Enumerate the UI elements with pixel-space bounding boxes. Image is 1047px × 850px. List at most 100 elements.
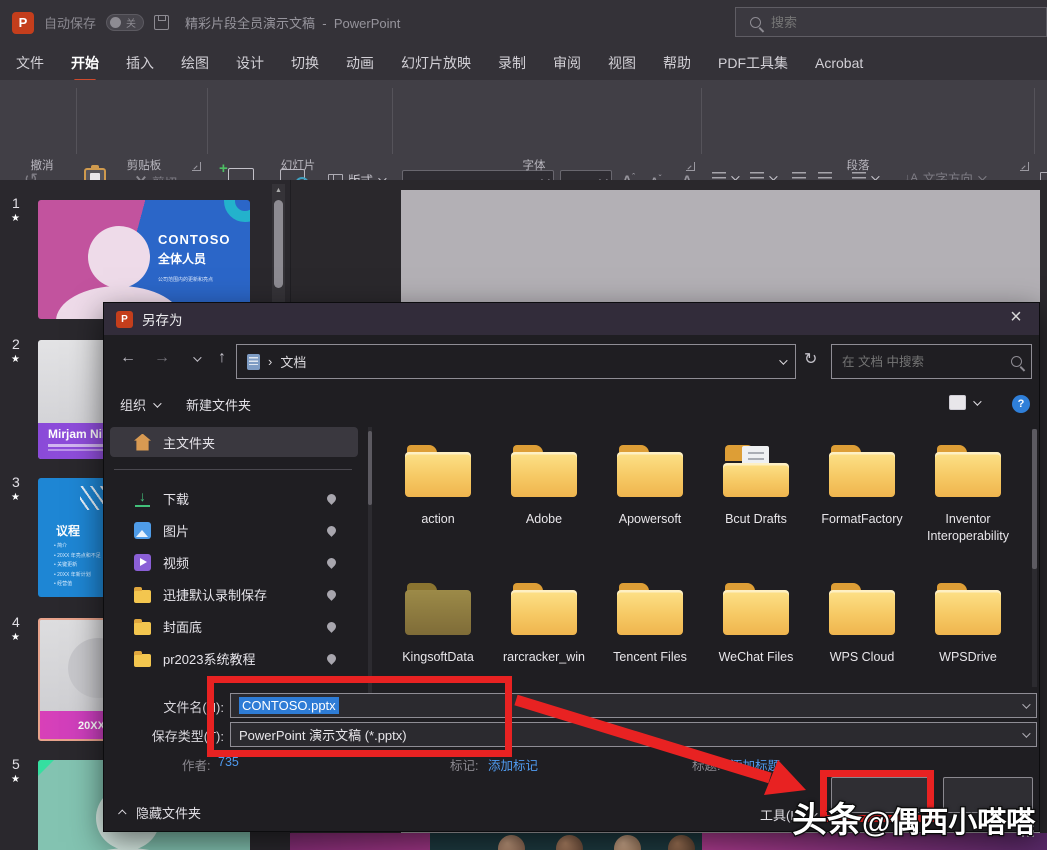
filetype-dropdown-icon[interactable] [1022, 729, 1030, 737]
sidebar-item-home[interactable]: 主文件夹 [110, 427, 358, 457]
slide-number: 1 [12, 195, 20, 211]
sidebar-item-downloads[interactable]: ↓ 下载 [110, 483, 358, 513]
animation-star-icon: ★ [11, 774, 20, 785]
tags-label: 标记: [450, 755, 478, 774]
toggle-knob-icon [110, 17, 121, 28]
address-dropdown-icon[interactable] [779, 356, 787, 364]
author-value[interactable]: 735 [218, 755, 239, 769]
powerpoint-app-icon[interactable]: P [12, 12, 34, 34]
folder-icon [935, 445, 1001, 497]
sidebar-item-videos[interactable]: 视频 [110, 547, 358, 577]
pictures-icon [134, 522, 151, 539]
folder-tile[interactable]: action [384, 445, 492, 528]
dialog-search-box[interactable] [831, 344, 1032, 379]
tab-pdf-tools[interactable]: PDF工具集 [718, 53, 788, 73]
dialog-title: 另存为 [142, 309, 183, 329]
tab-record[interactable]: 录制 [498, 53, 526, 73]
folder-label: WPSDrive [914, 649, 1022, 666]
group-divider [392, 88, 393, 154]
tab-review[interactable]: 审阅 [553, 53, 581, 73]
tab-file[interactable]: 文件 [16, 53, 44, 73]
tab-design[interactable]: 设计 [236, 53, 264, 73]
folder-tile[interactable]: WeChat Files [702, 583, 810, 666]
folder-tile[interactable]: FormatFactory [808, 445, 916, 528]
autosave-state: 关 [126, 15, 136, 30]
folder-tile[interactable]: Apowersoft [596, 445, 704, 528]
folder-icon [723, 583, 789, 635]
add-tag-link[interactable]: 添加标记 [488, 755, 538, 774]
tab-home[interactable]: 开始 [71, 53, 99, 73]
tab-help[interactable]: 帮助 [663, 53, 691, 73]
sidebar-item-pictures[interactable]: 图片 [110, 515, 358, 545]
tab-insert[interactable]: 插入 [126, 53, 154, 73]
tab-acrobat[interactable]: Acrobat [815, 55, 863, 71]
search-icon [750, 17, 761, 28]
pin-icon [325, 588, 338, 601]
clipboard-group-label: 剪贴板 [127, 157, 162, 173]
folder-label: WeChat Files [702, 649, 810, 666]
thumbnail-scrollbar[interactable]: ▲ [272, 184, 285, 302]
sidebar-item-cover-folder[interactable]: 封面底 [110, 611, 358, 641]
forward-button[interactable]: → [150, 349, 174, 367]
sidebar-item-pr2023-folder[interactable]: pr2023系统教程 [110, 643, 358, 673]
folder-label: KingsoftData [384, 649, 492, 666]
clipboard-dialog-launcher[interactable] [192, 162, 201, 171]
folder-tile[interactable]: Adobe [490, 445, 598, 528]
address-bar[interactable]: › 文档 [236, 344, 796, 379]
decorative-circle [224, 200, 250, 222]
folder-tile[interactable]: WPSDrive [914, 583, 1022, 666]
scrollbar-thumb[interactable] [274, 200, 283, 288]
ribbon-search-box[interactable] [735, 7, 1047, 37]
filename-dropdown-icon[interactable] [1022, 700, 1030, 708]
folder-label: Tencent Files [596, 649, 704, 666]
dialog-search-input[interactable] [842, 355, 1003, 369]
slide3-bullet: • 20XX 年新计划 [54, 571, 101, 581]
autosave-toggle[interactable]: 关 [106, 14, 144, 31]
hide-folders-button[interactable]: 隐藏文件夹 [120, 803, 201, 822]
add-title-link[interactable]: 添加标题 [730, 755, 780, 774]
watermark: 头条@偶西小嗒嗒 [792, 792, 1035, 843]
slide3-bullet: • 简介 [54, 542, 101, 552]
new-folder-button[interactable]: 新建文件夹 [186, 395, 251, 414]
close-icon[interactable]: × [1003, 306, 1029, 329]
paragraph-dialog-launcher[interactable] [1020, 162, 1029, 171]
animation-star-icon: ★ [11, 632, 20, 643]
tab-view[interactable]: 视图 [608, 53, 636, 73]
sidebar-item-recording-folder[interactable]: 迅捷默认录制保存 [110, 579, 358, 609]
help-button[interactable]: ? [1012, 395, 1030, 413]
folder-tile[interactable]: rarcracker_win [490, 583, 598, 666]
folder-label: Adobe [490, 511, 598, 528]
font-dialog-launcher[interactable] [686, 162, 695, 171]
back-button[interactable]: ← [116, 349, 140, 367]
save-icon[interactable] [154, 15, 169, 30]
sidebar-scrollbar[interactable] [368, 427, 372, 693]
collapse-icon [118, 809, 126, 817]
folder-label: WPS Cloud [808, 649, 916, 666]
up-button[interactable]: ↑ [210, 349, 234, 367]
dialog-title-bar[interactable]: P 另存为 × [104, 303, 1039, 335]
view-mode-button[interactable] [949, 395, 979, 410]
breadcrumb-documents[interactable]: 文档 [280, 352, 306, 371]
documents-folder-icon [247, 354, 260, 370]
folder-tile[interactable]: Inventor Interoperability [914, 445, 1022, 545]
search-input[interactable] [771, 15, 971, 30]
recent-locations-button[interactable] [184, 349, 208, 367]
tab-slideshow[interactable]: 幻灯片放映 [401, 53, 471, 73]
download-icon: ↓ [134, 490, 151, 507]
folder-icon [134, 622, 151, 635]
slide-number: 2 [12, 336, 20, 352]
refresh-button[interactable]: ↻ [804, 349, 817, 369]
sidebar-divider [114, 469, 352, 470]
tab-transitions[interactable]: 切换 [291, 53, 319, 73]
folder-tile[interactable]: WPS Cloud [808, 583, 916, 666]
ribbon-tab-row: 文件 开始 插入 绘图 设计 切换 动画 幻灯片放映 录制 审阅 视图 帮助 P… [0, 45, 1047, 80]
organize-button[interactable]: 组织 [120, 395, 159, 414]
tab-draw[interactable]: 绘图 [181, 53, 209, 73]
folder-tile[interactable]: Bcut Drafts [702, 445, 810, 528]
folder-tile[interactable]: KingsoftData [384, 583, 492, 666]
tab-animations[interactable]: 动画 [346, 53, 374, 73]
slide1-title: CONTOSO [158, 232, 231, 247]
folder-label: Apowersoft [596, 511, 704, 528]
file-list-scrollbar[interactable] [1032, 429, 1037, 687]
folder-tile[interactable]: Tencent Files [596, 583, 704, 666]
